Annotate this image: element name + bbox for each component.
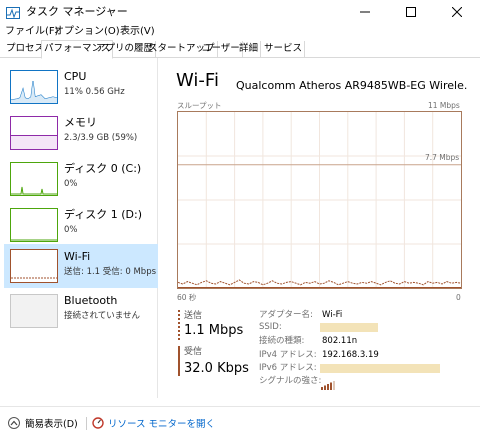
maximize-button[interactable]: [388, 0, 434, 24]
ssid-key: SSID:: [259, 322, 282, 332]
ipv4-value: 192.168.3.19: [322, 350, 379, 360]
resource-monitor-label: リソース モニターを開く: [108, 419, 216, 430]
sidebar-item-sub: 11% 0.56 GHz: [64, 87, 125, 97]
wifi-thumbnail-graph: [10, 249, 58, 283]
receive-indicator: [178, 346, 180, 376]
resource-monitor-icon: [92, 417, 104, 429]
disk0-thumbnail-graph: [10, 162, 58, 196]
cpu-thumbnail-graph: [10, 70, 58, 104]
task-manager-app-icon: [6, 5, 20, 19]
sidebar-item-memory[interactable]: メモリ 2.3/3.9 GB (59%): [4, 112, 158, 154]
sidebar-item-label: ディスク 1 (D:): [64, 208, 142, 221]
connection-type-key: 接続の種類:: [259, 336, 305, 346]
fewer-details-button[interactable]: 簡易表示(D): [8, 415, 78, 431]
x-axis-left-label: 60 秒: [177, 293, 197, 302]
page-title: Wi-Fi: [176, 70, 219, 91]
sidebar-item-label: メモリ: [64, 116, 97, 129]
chevron-up-icon: [8, 417, 20, 429]
sidebar-item-bluetooth[interactable]: Bluetooth 接続されていません: [4, 290, 158, 332]
graph-mid-label: 7.7 Mbps: [425, 153, 460, 162]
footer-divider: [86, 417, 87, 430]
minimize-icon: [360, 11, 370, 13]
close-icon: [452, 7, 462, 17]
throughput-chart: [177, 111, 462, 289]
ipv6-key: IPv6 アドレス:: [259, 363, 317, 373]
window-title: タスク マネージャー: [26, 5, 128, 18]
close-button[interactable]: [434, 0, 480, 24]
sidebar-item-disk-1[interactable]: ディスク 1 (D:) 0%: [4, 204, 158, 246]
ipv4-key: IPv4 アドレス:: [259, 350, 317, 360]
tab-bar: プロセス パフォーマンス アプリの履歴 スタートアップ ユーザー 詳細 サービス: [0, 40, 480, 59]
menu-view[interactable]: 表示(V): [120, 25, 155, 39]
menu-file[interactable]: ファイル(F): [5, 25, 59, 39]
sidebar-item-disk-0[interactable]: ディスク 0 (C:) 0%: [4, 158, 158, 200]
send-value: 1.1 Mbps: [184, 323, 244, 338]
connection-type-value: 802.11n: [322, 336, 358, 346]
send-indicator: [178, 310, 180, 340]
tab-details[interactable]: 詳細: [237, 41, 262, 58]
ipv6-redacted: [320, 364, 440, 373]
sidebar-item-cpu[interactable]: CPU 11% 0.56 GHz: [4, 66, 158, 108]
graph-label: スループット: [177, 101, 222, 110]
open-resource-monitor-link[interactable]: リソース モニターを開く: [92, 415, 215, 431]
fewer-details-label: 簡易表示(D): [25, 419, 78, 430]
disk1-thumbnail-graph: [10, 208, 58, 242]
x-axis-right-label: 0: [456, 293, 461, 302]
adapter-value: Wi-Fi: [322, 310, 343, 320]
minimize-button[interactable]: [342, 0, 388, 24]
signal-key: シグナルの強さ:: [259, 376, 322, 386]
adapter-name-heading: Qualcomm Atheros AR9485WB-EG Wirele...: [236, 79, 468, 92]
sidebar-item-sub: 接続されていません: [64, 311, 140, 321]
maximize-icon: [406, 7, 416, 17]
sidebar-item-sub: 送信: 1.1 受信: 0 Mbps: [64, 267, 157, 277]
sidebar-item-sub: 2.3/3.9 GB (59%): [64, 133, 138, 143]
task-manager-window: タスク マネージャー ファイル(F) オプション(O) 表示(V) プロセス パ…: [0, 0, 480, 440]
bluetooth-thumbnail-graph: [10, 294, 58, 328]
sidebar-item-label: ディスク 0 (C:): [64, 162, 142, 175]
send-label: 送信: [184, 311, 203, 321]
title-bar[interactable]: タスク マネージャー: [0, 0, 480, 24]
signal-strength-icon: [321, 375, 335, 394]
resource-list: CPU 11% 0.56 GHz メモリ 2.3/3.9 GB (59%) ディ…: [0, 58, 158, 398]
tab-services[interactable]: サービス: [262, 41, 306, 58]
throughput-chart-svg: [177, 112, 462, 288]
footer-bar: 簡易表示(D) リソース モニターを開く: [0, 406, 480, 440]
sidebar-item-wifi[interactable]: Wi-Fi 送信: 1.1 受信: 0 Mbps: [4, 244, 158, 288]
sidebar-item-label: Bluetooth: [64, 294, 118, 307]
menu-bar: ファイル(F) オプション(O) 表示(V): [0, 24, 480, 40]
sidebar-item-sub: 0%: [64, 179, 78, 189]
memory-thumbnail-graph: [10, 116, 58, 150]
sidebar-item-label: Wi-Fi: [64, 250, 91, 263]
ssid-redacted: [320, 323, 378, 332]
sidebar-item-label: CPU: [64, 70, 87, 83]
graph-max-label: 11 Mbps: [428, 101, 460, 110]
receive-label: 受信: [184, 347, 203, 357]
receive-value: 32.0 Kbps: [184, 361, 249, 376]
sidebar-item-sub: 0%: [64, 225, 78, 235]
menu-options[interactable]: オプション(O): [54, 25, 120, 39]
adapter-key: アダプター名:: [259, 310, 313, 320]
